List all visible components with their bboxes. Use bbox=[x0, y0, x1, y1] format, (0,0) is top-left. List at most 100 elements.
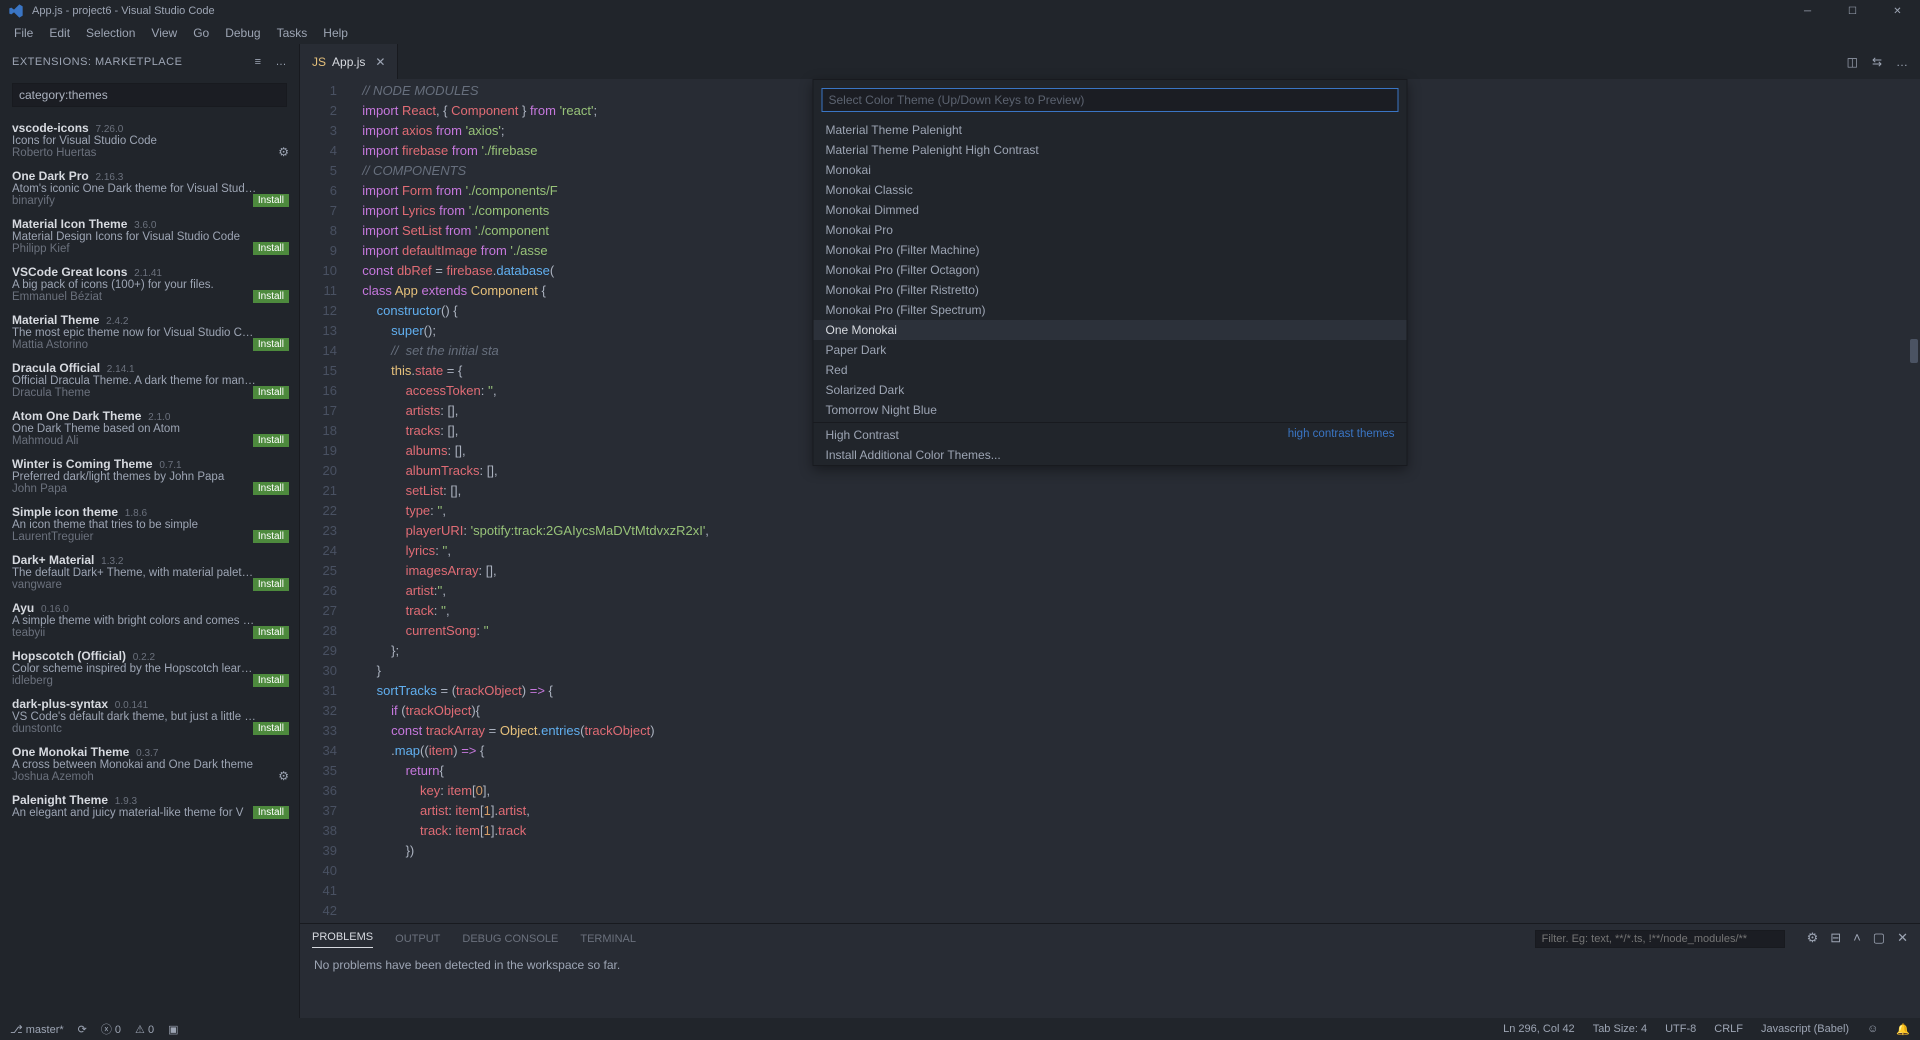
extensions-sidebar: EXTENSIONS: MARKETPLACE ≡ … vscode-icons… bbox=[0, 44, 300, 1018]
more-icon[interactable]: … bbox=[276, 56, 288, 68]
js-file-icon: JS bbox=[312, 55, 326, 69]
split-editor-icon[interactable]: ◫ bbox=[1847, 55, 1858, 69]
panel-tab-terminal[interactable]: TERMINAL bbox=[580, 933, 636, 945]
sidebar-title: EXTENSIONS: MARKETPLACE bbox=[12, 56, 182, 68]
install-button[interactable]: Install bbox=[253, 290, 289, 303]
extension-item[interactable]: Hopscotch (Official) 0.2.2Color scheme i… bbox=[0, 643, 299, 691]
extension-item[interactable]: Winter is Coming Theme 0.7.1Preferred da… bbox=[0, 451, 299, 499]
theme-option[interactable]: Monokai Pro (Filter Spectrum) bbox=[814, 300, 1407, 320]
install-button[interactable]: Install bbox=[253, 530, 289, 543]
problems-filter-input[interactable] bbox=[1535, 930, 1785, 948]
menu-edit[interactable]: Edit bbox=[41, 26, 78, 40]
quickpick-list: Material Theme PalenightMaterial Theme P… bbox=[814, 120, 1407, 465]
extension-item[interactable]: One Monokai Theme 0.3.7A cross between M… bbox=[0, 739, 299, 787]
color-theme-quickpick: Material Theme PalenightMaterial Theme P… bbox=[813, 79, 1408, 466]
extensions-list: vscode-icons 7.26.0Icons for Visual Stud… bbox=[0, 115, 299, 1018]
theme-option[interactable]: Monokai Dimmed bbox=[814, 200, 1407, 220]
extension-item[interactable]: Material Icon Theme 3.6.0Material Design… bbox=[0, 211, 299, 259]
theme-option[interactable]: Monokai Pro (Filter Ristretto) bbox=[814, 280, 1407, 300]
install-button[interactable]: Install bbox=[253, 626, 289, 639]
eol[interactable]: CRLF bbox=[1714, 1023, 1743, 1035]
menu-selection[interactable]: Selection bbox=[78, 26, 143, 40]
sync-icon[interactable]: ⟳ bbox=[78, 1023, 87, 1036]
theme-option[interactable]: One Monokai bbox=[814, 320, 1407, 340]
quickpick-input[interactable] bbox=[822, 88, 1399, 112]
close-window-button[interactable]: ✕ bbox=[1875, 0, 1920, 22]
minimap-slider[interactable] bbox=[1910, 339, 1918, 363]
theme-option[interactable]: Tomorrow Night Blue bbox=[814, 400, 1407, 420]
menu-debug[interactable]: Debug bbox=[217, 26, 268, 40]
menu-view[interactable]: View bbox=[143, 26, 185, 40]
panel-close-icon[interactable]: ✕ bbox=[1897, 930, 1908, 946]
extension-item[interactable]: One Dark Pro 2.16.3Atom's iconic One Dar… bbox=[0, 163, 299, 211]
extension-item[interactable]: Atom One Dark Theme 2.1.0One Dark Theme … bbox=[0, 403, 299, 451]
warnings-count[interactable]: ⚠ 0 bbox=[135, 1023, 154, 1036]
extension-item[interactable]: VSCode Great Icons 2.1.41A big pack of i… bbox=[0, 259, 299, 307]
encoding[interactable]: UTF-8 bbox=[1665, 1023, 1696, 1035]
live-icon[interactable]: ▣ bbox=[168, 1023, 178, 1036]
panel-settings-icon[interactable]: ⚙ bbox=[1807, 930, 1819, 946]
theme-option-high-contrast[interactable]: High Contrasthigh contrast themes bbox=[814, 425, 1407, 445]
menu-tasks[interactable]: Tasks bbox=[269, 26, 316, 40]
panel-up-icon[interactable]: ˄ bbox=[1853, 930, 1861, 946]
install-button[interactable]: Install bbox=[253, 386, 289, 399]
theme-option[interactable]: Red bbox=[814, 360, 1407, 380]
menu-file[interactable]: File bbox=[6, 26, 41, 40]
theme-option[interactable]: Monokai Pro (Filter Octagon) bbox=[814, 260, 1407, 280]
panel-tab-problems[interactable]: PROBLEMS bbox=[312, 931, 373, 948]
panel-maximize-icon[interactable]: ▢ bbox=[1873, 930, 1885, 946]
extension-item[interactable]: Simple icon theme 1.8.6An icon theme tha… bbox=[0, 499, 299, 547]
tab-size[interactable]: Tab Size: 4 bbox=[1593, 1023, 1647, 1035]
extension-item[interactable]: Ayu 0.16.0A simple theme with bright col… bbox=[0, 595, 299, 643]
install-button[interactable]: Install bbox=[253, 434, 289, 447]
minimize-button[interactable]: ─ bbox=[1785, 0, 1830, 22]
install-button[interactable]: Install bbox=[253, 338, 289, 351]
language-mode[interactable]: Javascript (Babel) bbox=[1761, 1023, 1849, 1035]
install-button[interactable]: Install bbox=[253, 578, 289, 591]
feedback-icon[interactable]: ☺ bbox=[1867, 1023, 1878, 1035]
extension-item[interactable]: Dracula Official 2.14.1Official Dracula … bbox=[0, 355, 299, 403]
menu-go[interactable]: Go bbox=[185, 26, 217, 40]
install-button[interactable]: Install bbox=[253, 482, 289, 495]
extension-item[interactable]: Dark+ Material 1.3.2The default Dark+ Th… bbox=[0, 547, 299, 595]
menu-help[interactable]: Help bbox=[315, 26, 356, 40]
git-branch[interactable]: ⎇ master* bbox=[10, 1023, 64, 1036]
panel-tab-debug-console[interactable]: DEBUG CONSOLE bbox=[462, 933, 558, 945]
maximize-button[interactable]: ☐ bbox=[1830, 0, 1875, 22]
extension-item[interactable]: vscode-icons 7.26.0Icons for Visual Stud… bbox=[0, 115, 299, 163]
panel-tab-output[interactable]: OUTPUT bbox=[395, 933, 440, 945]
vscode-logo-icon bbox=[8, 3, 24, 19]
compare-icon[interactable]: ⇆ bbox=[1872, 55, 1882, 69]
close-tab-icon[interactable]: ✕ bbox=[375, 55, 385, 69]
gear-icon[interactable]: ⚙ bbox=[278, 769, 289, 783]
notifications-icon[interactable]: 🔔 bbox=[1896, 1023, 1910, 1036]
theme-option[interactable]: Monokai Pro bbox=[814, 220, 1407, 240]
bottom-panel: PROBLEMSOUTPUTDEBUG CONSOLETERMINAL ⚙ ⊟ … bbox=[300, 923, 1920, 1018]
theme-option[interactable]: Monokai Classic bbox=[814, 180, 1407, 200]
panel-collapse-icon[interactable]: ⊟ bbox=[1830, 930, 1841, 946]
gear-icon[interactable]: ⚙ bbox=[278, 145, 289, 159]
extensions-search-input[interactable] bbox=[12, 83, 287, 107]
filter-icon[interactable]: ≡ bbox=[255, 56, 262, 68]
theme-option[interactable]: Material Theme Palenight High Contrast bbox=[814, 140, 1407, 160]
install-button[interactable]: Install bbox=[253, 194, 289, 207]
install-button[interactable]: Install bbox=[253, 806, 289, 819]
install-button[interactable]: Install bbox=[253, 674, 289, 687]
extension-item[interactable]: Material Theme 2.4.2The most epic theme … bbox=[0, 307, 299, 355]
theme-option[interactable]: Solarized Dark bbox=[814, 380, 1407, 400]
theme-option[interactable]: Paper Dark bbox=[814, 340, 1407, 360]
extension-item[interactable]: Palenight Theme 1.9.3An elegant and juic… bbox=[0, 787, 299, 823]
install-more-themes[interactable]: Install Additional Color Themes... bbox=[814, 445, 1407, 465]
cursor-position[interactable]: Ln 296, Col 42 bbox=[1503, 1023, 1575, 1035]
theme-option[interactable]: Monokai Pro (Filter Machine) bbox=[814, 240, 1407, 260]
tab-app-js[interactable]: JS App.js ✕ bbox=[300, 44, 398, 79]
extension-item[interactable]: dark-plus-syntax 0.0.141VS Code's defaul… bbox=[0, 691, 299, 739]
errors-count[interactable]: ⓧ 0 bbox=[101, 1021, 121, 1037]
more-tab-actions-icon[interactable]: … bbox=[1896, 55, 1908, 69]
theme-option[interactable]: Material Theme Palenight bbox=[814, 120, 1407, 140]
install-button[interactable]: Install bbox=[253, 242, 289, 255]
install-button[interactable]: Install bbox=[253, 722, 289, 735]
line-number-gutter: 1234567891011121314151617181920212223242… bbox=[300, 79, 355, 923]
theme-option[interactable]: Monokai bbox=[814, 160, 1407, 180]
titlebar: App.js - project6 - Visual Studio Code ─… bbox=[0, 0, 1920, 22]
